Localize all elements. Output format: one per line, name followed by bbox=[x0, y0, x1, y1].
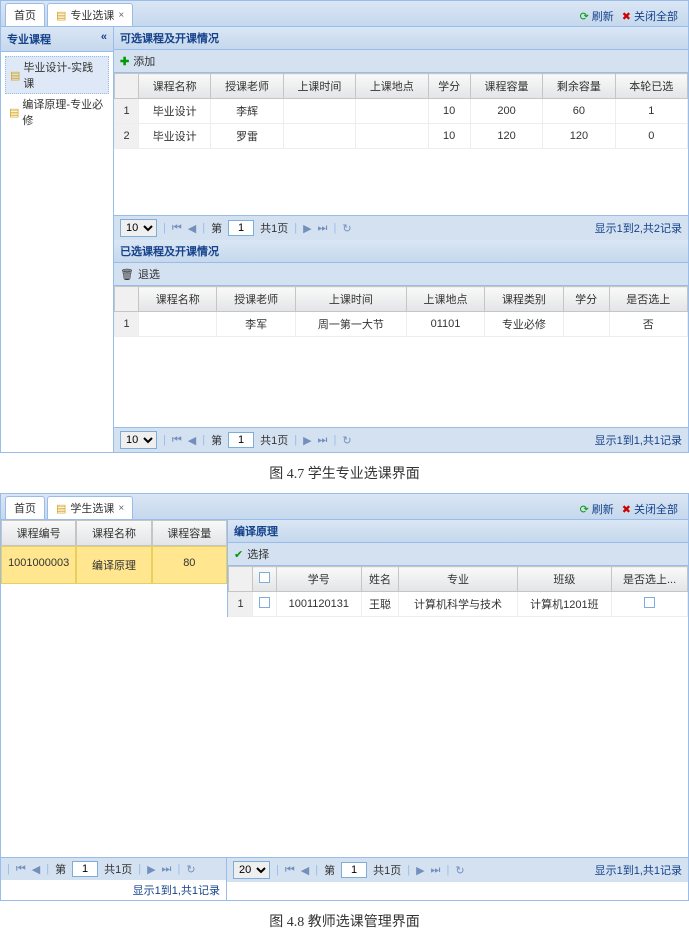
sidebar: 专业课程« ▤毕业设计-实践课 ▤编译原理-专业必修 bbox=[1, 27, 114, 452]
refresh-icon[interactable]: ↻ bbox=[342, 434, 351, 447]
table-row[interactable]: 1 毕业设计 李辉 10 200 60 1 bbox=[115, 99, 688, 124]
pick-button[interactable]: 选择 bbox=[247, 546, 269, 562]
close-icon: ✖ bbox=[622, 503, 631, 516]
page-input[interactable] bbox=[72, 861, 98, 877]
refresh-button[interactable]: ⟳刷新 bbox=[580, 501, 614, 517]
figure-caption: 图 4.8 教师选课管理界面 bbox=[0, 901, 689, 941]
teacher-course-window: 首页 ▤学生选课× ⟳刷新 ✖关闭全部 课程编号 课程名称 课程容量 10010… bbox=[0, 493, 689, 901]
refresh-icon: ⟳ bbox=[580, 503, 589, 516]
refresh-button[interactable]: ⟳刷新 bbox=[580, 8, 614, 24]
selected-table: 课程名称 授课老师 上课时间 上课地点 课程类别 学分 是否选上 1 李军 周一… bbox=[114, 286, 688, 337]
prev-page-icon[interactable]: ◀ bbox=[301, 864, 309, 877]
close-icon: ✖ bbox=[622, 10, 631, 23]
panel-title: 已选课程及开课情况 bbox=[114, 240, 688, 263]
panel-title: 可选课程及开课情况 bbox=[114, 27, 688, 50]
table-row[interactable]: 1 李军 周一第一大节 01101 专业必修 否 bbox=[115, 312, 688, 337]
next-page-icon[interactable]: ▶ bbox=[303, 434, 311, 447]
student-course-window: 首页 ▤ 专业选课 × ⟳刷新 ✖关闭全部 专业课程« ▤毕业设计-实践课 ▤编译原… bbox=[0, 0, 689, 453]
pagination: 10 | ⏮ ◀ | 第 共1页 | ▶ ⏭ | ↻ 显示1到2,共2记录 bbox=[114, 215, 688, 240]
last-page-icon[interactable]: ⏭ bbox=[318, 222, 328, 235]
course-list-panel: 课程编号 课程名称 课程容量 1001000003 编译原理 80 bbox=[1, 520, 227, 617]
page-info: 显示1到1,共1记录 bbox=[595, 432, 682, 448]
panel-title: 编译原理 bbox=[228, 520, 688, 543]
page-info: 显示1到2,共2记录 bbox=[595, 220, 682, 236]
page-size-select[interactable]: 10 bbox=[120, 431, 157, 449]
sidebar-header: 专业课程« bbox=[1, 27, 113, 52]
header-checkbox[interactable] bbox=[259, 572, 270, 583]
close-icon[interactable]: × bbox=[118, 503, 124, 514]
tab-home[interactable]: 首页 bbox=[5, 496, 45, 519]
tree-item-design[interactable]: ▤毕业设计-实践课 bbox=[5, 56, 109, 94]
last-page-icon[interactable]: ⏭ bbox=[431, 864, 441, 877]
drop-button[interactable]: 退选 bbox=[138, 266, 160, 282]
pagination: 10 | ⏮ ◀ | 第 共1页 | ▶ ⏭ | ↻ 显示1到1,共1记录 bbox=[114, 427, 688, 452]
first-page-icon[interactable]: ⏮ bbox=[285, 864, 295, 877]
last-page-icon[interactable]: ⏭ bbox=[318, 434, 328, 447]
next-page-icon[interactable]: ▶ bbox=[147, 863, 155, 876]
pagination: 20 | ⏮ ◀ | 第 共1页 | ▶ ⏭ | ↻ 显示1到1,共1记录 bbox=[227, 857, 688, 882]
doc-icon: ▤ bbox=[9, 106, 19, 119]
page-info: 显示1到1,共1记录 bbox=[595, 862, 682, 878]
tab-student-select[interactable]: ▤学生选课× bbox=[47, 496, 133, 519]
tree-item-compiler[interactable]: ▤编译原理-专业必修 bbox=[5, 94, 109, 130]
table-row[interactable]: 1 1001120131 王聪 计算机科学与技术 计算机1201班 bbox=[229, 592, 688, 617]
close-all-button[interactable]: ✖关闭全部 bbox=[622, 501, 678, 517]
refresh-icon[interactable]: ↻ bbox=[186, 863, 195, 876]
page-info: 显示1到1,共1记录 bbox=[1, 880, 226, 900]
tab-label: 专业选课 bbox=[70, 7, 114, 23]
tabbar: 首页 ▤学生选课× ⟳刷新 ✖关闭全部 bbox=[1, 494, 688, 520]
student-list-panel: 编译原理 ✔ 选择 学号 姓名 专业 班级 是否选上... 1 100112013… bbox=[227, 520, 688, 617]
refresh-icon: ⟳ bbox=[580, 10, 589, 23]
course-row-selected[interactable]: 1001000003 编译原理 80 bbox=[1, 546, 227, 584]
page-size-select[interactable]: 10 bbox=[120, 219, 157, 237]
tab-home[interactable]: 首页 bbox=[5, 3, 45, 26]
next-page-icon[interactable]: ▶ bbox=[303, 222, 311, 235]
pagination: | ⏮ ◀ | 第 共1页 | ▶ ⏭ | ↻ bbox=[1, 857, 226, 880]
student-table: 学号 姓名 专业 班级 是否选上... 1 1001120131 王聪 计算机科… bbox=[228, 566, 688, 617]
first-page-icon[interactable]: ⏮ bbox=[172, 222, 182, 235]
prev-page-icon[interactable]: ◀ bbox=[188, 222, 196, 235]
trash-icon: 🗑 bbox=[120, 268, 134, 281]
page-input[interactable] bbox=[341, 862, 367, 878]
page-size-select[interactable]: 20 bbox=[233, 861, 270, 879]
refresh-icon[interactable]: ↻ bbox=[455, 864, 464, 877]
selected-checkbox[interactable] bbox=[644, 597, 655, 608]
row-checkbox[interactable] bbox=[259, 597, 270, 608]
figure-caption: 图 4.7 学生专业选课界面 bbox=[0, 453, 689, 493]
refresh-icon[interactable]: ↻ bbox=[342, 222, 351, 235]
tab-course-select[interactable]: ▤ 专业选课 × bbox=[47, 3, 133, 26]
prev-page-icon[interactable]: ◀ bbox=[32, 863, 40, 876]
close-all-button[interactable]: ✖关闭全部 bbox=[622, 8, 678, 24]
available-table: 课程名称 授课老师 上课时间 上课地点 学分 课程容量 剩余容量 本轮已选 1 … bbox=[114, 73, 688, 149]
doc-icon: ▤ bbox=[56, 9, 66, 22]
doc-icon: ▤ bbox=[56, 502, 66, 515]
available-courses-panel: 可选课程及开课情况 ✚ 添加 课程名称 授课老师 上课时间 上课地点 学分 课程容… bbox=[114, 27, 688, 240]
table-row[interactable]: 2 毕业设计 罗雷 10 120 120 0 bbox=[115, 124, 688, 149]
prev-page-icon[interactable]: ◀ bbox=[188, 434, 196, 447]
check-icon: ✔ bbox=[234, 548, 243, 561]
page-input[interactable] bbox=[228, 432, 254, 448]
collapse-icon[interactable]: « bbox=[101, 31, 107, 47]
page-input[interactable] bbox=[228, 220, 254, 236]
last-page-icon[interactable]: ⏭ bbox=[162, 863, 172, 876]
close-icon[interactable]: × bbox=[118, 10, 124, 21]
doc-icon: ▤ bbox=[10, 69, 20, 82]
first-page-icon[interactable]: ⏮ bbox=[172, 434, 182, 447]
add-button[interactable]: 添加 bbox=[133, 53, 155, 69]
first-page-icon[interactable]: ⏮ bbox=[16, 863, 26, 876]
selected-courses-panel: 已选课程及开课情况 🗑 退选 课程名称 授课老师 上课时间 上课地点 课程类别 学… bbox=[114, 240, 688, 452]
plus-icon: ✚ bbox=[120, 55, 129, 68]
tab-label: 首页 bbox=[14, 7, 36, 23]
tabbar: 首页 ▤ 专业选课 × ⟳刷新 ✖关闭全部 bbox=[1, 1, 688, 27]
next-page-icon[interactable]: ▶ bbox=[416, 864, 424, 877]
